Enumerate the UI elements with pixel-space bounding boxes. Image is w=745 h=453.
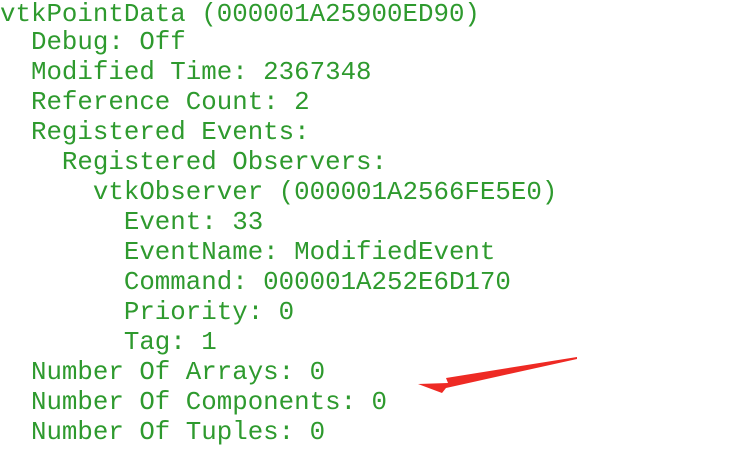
console-line-modified-time: Modified Time: 2367348 bbox=[0, 58, 372, 87]
console-output: vtkPointData (000001A25900ED90) Debug: O… bbox=[0, 0, 745, 453]
console-line-reference-count: Reference Count: 2 bbox=[0, 88, 310, 117]
console-line-point-data: vtkPointData (000001A25900ED90) bbox=[0, 0, 480, 29]
console-line-vtk-observer: vtkObserver (000001A2566FE5E0) bbox=[0, 178, 558, 207]
console-line-debug: Debug: Off bbox=[0, 28, 186, 57]
console-line-command: Command: 000001A252E6D170 bbox=[0, 268, 511, 297]
console-line-number-of-components: Number Of Components: 0 bbox=[0, 388, 388, 417]
console-line-number-of-tuples: Number Of Tuples: 0 bbox=[0, 418, 326, 447]
console-line-number-of-arrays: Number Of Arrays: 0 bbox=[0, 358, 326, 387]
console-line-event: Event: 33 bbox=[0, 208, 264, 237]
console-line-tag: Tag: 1 bbox=[0, 328, 217, 357]
console-line-event-name: EventName: ModifiedEvent bbox=[0, 238, 496, 267]
console-line-registered-events: Registered Events: bbox=[0, 118, 310, 147]
console-line-registered-observers: Registered Observers: bbox=[0, 148, 388, 177]
console-line-priority: Priority: 0 bbox=[0, 298, 295, 327]
